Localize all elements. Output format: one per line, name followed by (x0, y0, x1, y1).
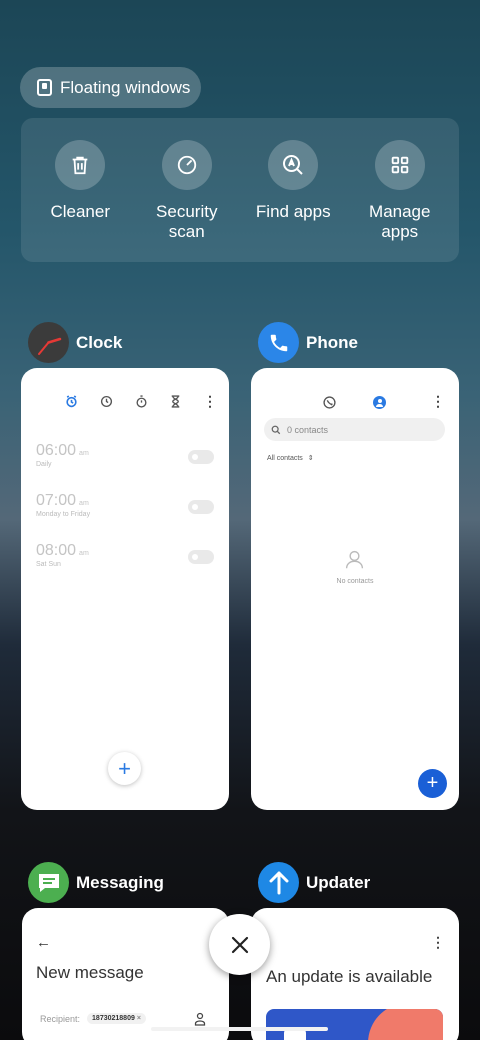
close-icon (231, 936, 248, 953)
manage-apps-button[interactable]: Manage apps (350, 140, 450, 262)
alarm-tab-icon[interactable] (65, 395, 78, 408)
back-arrow-icon[interactable]: ← (36, 934, 51, 951)
updater-app-header[interactable]: Updater (258, 862, 370, 903)
grid-icon (374, 140, 425, 190)
update-banner-image (266, 1009, 443, 1040)
contacts-tab-icon[interactable] (373, 396, 386, 409)
security-scan-label: Security scan (156, 202, 218, 241)
alarm-toggle[interactable] (188, 450, 214, 464)
clock-app-header[interactable]: Clock (28, 322, 122, 363)
update-available-title: An update is available (266, 967, 433, 986)
clock-app-card[interactable]: ⋮ 06:00 am Daily 07:00 am Monday to Friday… (21, 368, 229, 810)
alarm-ampm: am (79, 550, 89, 557)
updater-app-card[interactable]: ⋮ An update is available (251, 908, 459, 1040)
security-scan-button[interactable]: Security scan (137, 140, 237, 262)
contacts-filter-dropdown[interactable]: All contacts ⇕ (267, 454, 314, 463)
phone-app-name: Phone (306, 332, 358, 352)
messaging-app-card[interactable]: ← New message Recipient: 18730218809 × (22, 908, 229, 1040)
recipient-label: Recipient: (40, 1013, 81, 1024)
messaging-app-icon (28, 862, 69, 903)
find-apps-button[interactable]: Find apps (243, 140, 343, 262)
search-placeholder: 0 contacts (287, 424, 329, 435)
world-clock-tab-icon[interactable] (100, 395, 113, 408)
close-all-button[interactable] (209, 914, 270, 975)
find-apps-icon (268, 140, 319, 190)
messaging-app-name: Messaging (76, 872, 164, 892)
remove-recipient-icon[interactable]: × (137, 1015, 141, 1022)
alarm-repeat: Sat Sun (36, 561, 61, 568)
new-message-title: New message (36, 963, 144, 982)
messaging-app-header[interactable]: Messaging (28, 862, 164, 903)
home-indicator[interactable] (151, 1027, 328, 1031)
phone-app-icon (258, 322, 299, 363)
call-log-tab-icon[interactable] (323, 396, 336, 409)
alarm-time: 06:00 (36, 442, 77, 459)
person-placeholder-icon (345, 550, 364, 569)
updater-app-icon (258, 862, 299, 903)
clock-app-icon (28, 322, 69, 363)
contacts-search-input[interactable]: 0 contacts (264, 418, 445, 441)
security-scan-icon (161, 140, 212, 190)
clock-app-name: Clock (76, 332, 123, 352)
alarm-time: 07:00 (36, 492, 77, 509)
alarm-toggle[interactable] (188, 500, 214, 514)
find-apps-label: Find apps (255, 202, 331, 221)
recipient-chip[interactable]: 18730218809 × (87, 1013, 146, 1024)
search-icon (271, 425, 281, 434)
floating-window-icon (37, 79, 52, 96)
recipient-row[interactable]: Recipient: 18730218809 × (40, 1013, 146, 1024)
alarm-toggle[interactable] (188, 550, 214, 564)
recipient-number: 18730218809 (92, 1015, 135, 1022)
manage-apps-label: Manage apps (369, 202, 431, 241)
quick-tools-panel: Cleaner Security scan Find apps Manage a… (21, 118, 459, 262)
cleaner-label: Cleaner (50, 202, 111, 221)
alarm-repeat: Monday to Friday (36, 511, 91, 518)
empty-contacts-text: No contacts (336, 578, 374, 585)
contact-picker-icon[interactable] (194, 1012, 206, 1026)
sort-arrows-icon: ⇕ (307, 455, 314, 462)
timer-tab-icon[interactable] (170, 395, 181, 408)
more-options-icon[interactable]: ⋮ (203, 394, 217, 408)
add-contact-button[interactable]: + (418, 769, 447, 798)
more-options-icon[interactable]: ⋮ (431, 394, 445, 408)
more-options-icon[interactable]: ⋮ (431, 935, 445, 949)
trash-icon (55, 140, 106, 190)
stopwatch-tab-icon[interactable] (135, 395, 148, 408)
clock-tabs: ⋮ (65, 394, 217, 408)
add-alarm-button[interactable]: + (108, 752, 141, 785)
phone-app-card[interactable]: ⋮ 0 contacts All contacts ⇕ No contacts … (251, 368, 459, 810)
cleaner-button[interactable]: Cleaner (30, 140, 130, 262)
alarm-repeat: Daily (36, 461, 52, 468)
alarm-ampm: am (79, 450, 89, 457)
alarm-time: 08:00 (36, 542, 77, 559)
contacts-filter-label: All contacts (267, 454, 303, 462)
floating-windows-label: Floating windows (60, 77, 191, 97)
phone-app-header[interactable]: Phone (258, 322, 358, 363)
floating-windows-button[interactable]: Floating windows (20, 67, 201, 108)
alarm-ampm: am (79, 500, 89, 507)
updater-app-name: Updater (306, 872, 371, 892)
